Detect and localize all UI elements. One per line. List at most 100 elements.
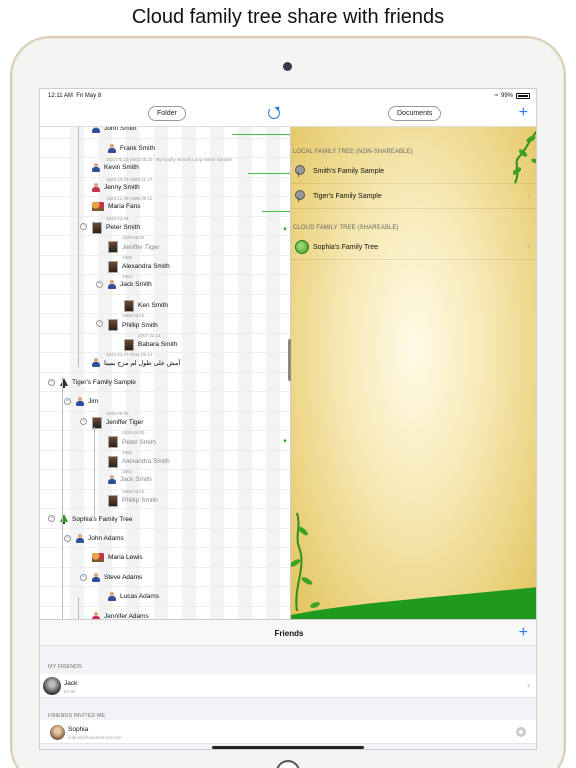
- tree-row[interactable]: Maria Lewis: [40, 548, 290, 568]
- tree-node-label: Jim: [88, 398, 99, 405]
- tree-node-label: آمش على طول لم مزج يمينا: [104, 359, 181, 367]
- collapse-toggle-icon[interactable]: −: [96, 320, 103, 327]
- tree-node[interactable]: Maria Fans 1928.12.09-1988.09.12: [92, 196, 153, 211]
- tree-node[interactable]: Phillip Smith 1969.03.16: [108, 313, 158, 331]
- tree-node[interactable]: Frank Smith: [108, 143, 155, 153]
- tree-node-dates: 1965: [122, 254, 133, 260]
- collapse-toggle-icon[interactable]: −: [48, 515, 55, 522]
- tree-node[interactable]: Alexandra Smith 1965: [108, 255, 170, 273]
- collapse-toggle-icon[interactable]: −: [80, 222, 87, 230]
- tree-row[interactable]: Phillip Smith 1969.03.16: [40, 489, 290, 509]
- tree-node-dates: 1939.05.08: [106, 410, 129, 416]
- tree-node-dates: 1933.04.05: [106, 215, 129, 221]
- person-icon: [92, 163, 100, 172]
- tree-node[interactable]: Jim: [76, 397, 98, 406]
- tree-node-dates: 1823.05.22-2002.05.23 · By Sophy Woods L…: [106, 157, 232, 162]
- tree-row[interactable]: − Sophia's Family Tree: [40, 509, 290, 529]
- tree-node[interactable]: Maria Lewis: [92, 553, 143, 562]
- tree-node[interactable]: John Smith: [92, 127, 137, 133]
- expand-arrow-icon[interactable]: ▼: [282, 439, 288, 445]
- tree-node[interactable]: Ken Smith: [124, 299, 168, 312]
- person-female-icon: [92, 611, 100, 619]
- link-line: [248, 173, 290, 174]
- invited-header: FRIENDS INVITED ME: [48, 713, 106, 719]
- tree-node[interactable]: John Adams: [76, 533, 124, 543]
- person-icon: [92, 127, 100, 133]
- tree-row[interactable]: − Jeniffer Tiger 1939.05.08: [40, 411, 290, 431]
- tree-node[interactable]: Jack Smith 1963: [108, 274, 152, 289]
- tree-node-label: Phillip Smith: [122, 321, 158, 329]
- tree-node[interactable]: Babara Smith 2007.02.14: [124, 333, 177, 351]
- tree-node-label: John Adams: [88, 534, 124, 542]
- local-tree-item[interactable]: Smith's Family Sample: [291, 159, 536, 184]
- chevron-right-icon: ›: [527, 191, 530, 200]
- tree-row[interactable]: − Jim: [40, 392, 290, 412]
- accept-invite-icon[interactable]: [516, 727, 526, 737]
- family-tree-view[interactable]: John Smith Frank Smith Kevin Smith 1823.05.…: [40, 127, 290, 619]
- tree-node[interactable]: Steve Adams: [92, 572, 142, 582]
- collapse-toggle-icon[interactable]: −: [48, 378, 55, 386]
- tree-node-dates: 1928.12.09-1988.09.12: [106, 196, 153, 201]
- person-icon: [108, 143, 116, 153]
- friend-row[interactable]: Jack Email ›: [40, 674, 536, 698]
- tree-node[interactable]: Tiger's Family Sample: [60, 377, 136, 388]
- tree-node-dates: 1934.02.07-2011.09.12: [106, 352, 153, 357]
- tree-node[interactable]: Phillip Smith 1969.03.16: [108, 489, 158, 507]
- chevron-right-icon: ›: [527, 242, 530, 251]
- collapse-toggle-icon[interactable]: −: [80, 417, 87, 425]
- collapse-toggle-icon[interactable]: −: [64, 534, 71, 542]
- battery-percent: 99%: [500, 93, 513, 99]
- collapse-toggle-icon[interactable]: −: [64, 398, 71, 405]
- friends-title: Friends: [274, 629, 304, 638]
- person-icon: [92, 572, 100, 582]
- tree-node[interactable]: Alexandra Smith 1965: [108, 450, 170, 468]
- add-document-button[interactable]: +: [519, 104, 528, 122]
- person-icon: [108, 475, 116, 484]
- home-indicator: [212, 746, 364, 749]
- documents-button[interactable]: Documents: [388, 106, 442, 121]
- photo-portrait-icon: [108, 241, 118, 253]
- tree-node[interactable]: Peter Smith 1933.04.05: [92, 216, 140, 234]
- refresh-icon[interactable]: [268, 107, 280, 119]
- person-female-icon: [92, 182, 100, 192]
- tree-node[interactable]: Jack Smith 1963: [108, 469, 152, 484]
- tree-node-label: Lucas Adams: [120, 593, 160, 600]
- invite-row[interactable]: Sophia sophia@heavenbrook.com: [40, 720, 536, 744]
- tree-connector: [78, 597, 79, 619]
- tree-node[interactable]: آمش على طول لم مزج يمينا 1934.02.07-2011.…: [92, 352, 181, 367]
- tree-node[interactable]: Kevin Smith 1823.05.22-2002.05.23 · By So…: [92, 157, 232, 172]
- photo-portrait-icon: [108, 436, 118, 448]
- tree-row[interactable]: Alexandra Smith 1965: [40, 450, 290, 470]
- collapse-toggle-icon[interactable]: −: [80, 573, 87, 581]
- tree-node[interactable]: Jenny Smith 1925.10.03-2000.11.17: [92, 177, 152, 192]
- status-bar: 12:11 AM Fri May 8 ≈ 99%: [40, 89, 536, 103]
- tree-row[interactable]: Peter Smith 1933.04.05: [40, 430, 290, 451]
- tree-connector: [78, 127, 79, 367]
- tree-node[interactable]: Lucas Adams: [108, 592, 159, 601]
- expand-arrow-icon[interactable]: ▼: [282, 227, 288, 233]
- person-icon: [76, 533, 84, 543]
- tree-row[interactable]: Jack Smith 1963: [40, 469, 290, 490]
- add-friend-button[interactable]: +: [519, 624, 528, 642]
- cloud-tree-header: CLOUD FAMILY TREE (SHAREABLE): [293, 225, 399, 231]
- tree-row[interactable]: − Tiger's Family Sample: [40, 373, 290, 392]
- photo-portrait-icon: [108, 319, 118, 331]
- my-friends-header: MY FRIENDS: [48, 664, 82, 670]
- photo-portrait-icon: [108, 455, 118, 468]
- tree-node[interactable]: Peter Smith 1933.04.05: [108, 430, 156, 448]
- local-tree-item[interactable]: Tiger's Family Sample ›: [291, 184, 536, 209]
- tree-row[interactable]: − Steve Adams: [40, 568, 290, 587]
- tree-node[interactable]: Jennifer Adams: [92, 611, 149, 619]
- tree-node[interactable]: Sophia's Family Tree: [60, 514, 133, 524]
- tree-node-label: Phillip Smith: [122, 497, 158, 504]
- tree-node[interactable]: Jeniffer Tiger 1939.05.08: [92, 411, 143, 429]
- tree-node-label: John Smith: [104, 127, 137, 132]
- tree-node-label: Peter Smith: [106, 224, 140, 231]
- tree-row[interactable]: − John Adams: [40, 529, 290, 548]
- tree-node[interactable]: Jeniffer Tiger 1939.05.08: [108, 235, 159, 253]
- tree-node-label: Kevin Smith: [104, 164, 139, 171]
- folder-button[interactable]: Folder: [148, 106, 186, 121]
- cloud-tree-item[interactable]: Sophia's Family Tree ›: [291, 235, 536, 260]
- collapse-toggle-icon[interactable]: −: [96, 281, 103, 288]
- tree-connector: [62, 377, 63, 619]
